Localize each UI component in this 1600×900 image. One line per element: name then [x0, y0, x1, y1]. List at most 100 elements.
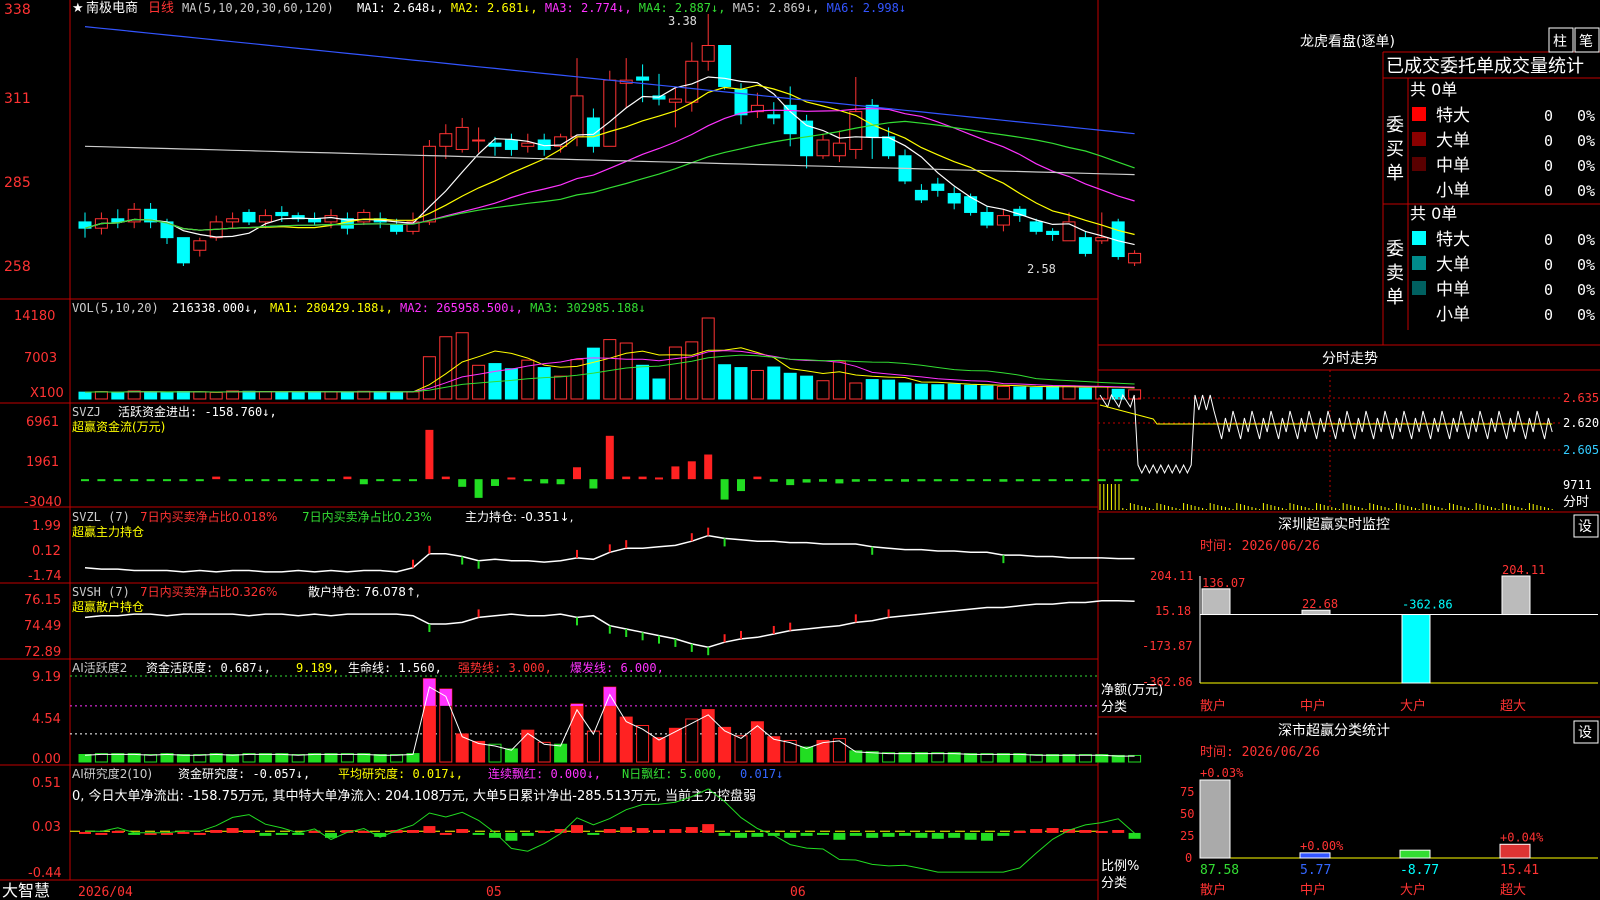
volume-bar [996, 385, 1010, 400]
svzj-bar [359, 479, 368, 485]
vol-axis-tick: 7003 [24, 351, 57, 366]
candle-body [1095, 237, 1109, 242]
volume-bar [734, 367, 748, 400]
sz-monitor-value: 204.11 [1502, 563, 1545, 577]
lhb-color-swatch [1412, 281, 1426, 295]
volume-bar [1062, 385, 1076, 400]
lhb-row-count: 0 [1544, 231, 1553, 249]
air-bar [571, 825, 583, 833]
intraday-grid [1098, 370, 1560, 510]
date-label: 05 [486, 885, 502, 900]
ai-bar [586, 730, 600, 763]
svzj-bar [409, 479, 417, 482]
volume-bar [832, 361, 846, 400]
air-bar [111, 830, 124, 833]
sz-monitor-category: 中户 [1300, 698, 1326, 714]
svzj-title: 超赢资金流(万元) [72, 419, 165, 434]
svzj-bar [277, 479, 286, 482]
volume-bar [455, 332, 469, 400]
svzj-bar [851, 479, 860, 482]
sz-class-value: -8.77 [1400, 863, 1439, 878]
candle-body [488, 142, 502, 147]
air-bar [882, 832, 895, 837]
sz-class-ylabel: 比例% [1101, 859, 1139, 874]
svzj-bar [671, 466, 680, 480]
air-bar [521, 832, 534, 836]
svzj-bar [638, 476, 647, 480]
svzl-title: 超赢主力持仓 [72, 524, 144, 539]
air-bar [931, 832, 944, 839]
ai-burst-segment [571, 703, 583, 706]
sz-class-time: 时间: 2026/06/26 [1200, 745, 1320, 760]
sz-monitor-tick: 204.11 [1150, 569, 1193, 583]
air-bar [79, 831, 91, 834]
lhb-color-swatch [1412, 182, 1426, 196]
svzl-panel: SVZL (7) 7日内买卖净占比0.018% 7日内买卖净占比0.23% 主力… [28, 509, 1135, 584]
volume-bar [898, 382, 912, 400]
volume-bar [800, 375, 814, 400]
air-axis-tick: 0.51 [32, 776, 61, 791]
volume-bar [78, 391, 92, 400]
air-bar [439, 832, 452, 835]
ai-bar [750, 721, 764, 763]
candle-body [570, 95, 584, 138]
ai-text-5: 爆发线: 6.000, [570, 660, 664, 675]
volume-bar [980, 385, 994, 400]
svzj-bar [573, 467, 581, 480]
air-bar [685, 827, 698, 833]
sz-monitor-bar [1501, 575, 1531, 616]
svzj-bar [589, 479, 598, 489]
sz-class-tick: 75 [1180, 785, 1194, 799]
candle-body [357, 211, 371, 223]
vol-axis-unit: X100 [30, 386, 64, 401]
legend-item: MA1: 280429.188↓, [270, 301, 393, 315]
sz-class-tick: 50 [1180, 807, 1194, 821]
sz-class-tick: 0 [1185, 851, 1192, 865]
svzj-bar [786, 479, 795, 486]
svzj-bar [310, 479, 319, 482]
sz-monitor-value: 22.68 [1302, 597, 1338, 611]
air-bar [210, 829, 223, 833]
lhb-row-label: 中单 [1436, 156, 1470, 176]
candle-body [226, 218, 240, 223]
air-text-3: 连续飘红: 0.000↓, [488, 766, 601, 781]
svzj-bar [769, 479, 778, 482]
lhb-row-count: 0 [1544, 256, 1553, 274]
air-bar [407, 829, 419, 833]
indicator-line [84, 534, 1135, 573]
air-bar [981, 832, 993, 841]
volume-bar [144, 391, 158, 400]
volume-bar [1029, 387, 1043, 400]
svzj-bar [950, 479, 959, 482]
svsh-text-1: 7日内买卖净占比0.326% [140, 584, 277, 599]
svzj-bar [491, 479, 499, 486]
volume-bar [406, 391, 420, 400]
chart-svg[interactable]: 338 311 285 258 3.38 2.58 ★ 南极电商 日线 MA(5… [0, 0, 1600, 900]
intraday-tick: 2.635 [1563, 391, 1599, 405]
svzj-axis-tick: 1961 [26, 455, 59, 470]
volume-bar [439, 336, 453, 400]
volume-bar [176, 391, 190, 400]
svzj-bar [1130, 479, 1139, 482]
volume-bar [94, 391, 108, 400]
air-bar [95, 832, 108, 835]
sz-monitor-tick: -173.87 [1142, 639, 1193, 653]
candle-body [439, 133, 453, 147]
candle-body [980, 211, 994, 226]
air-bar [259, 832, 272, 836]
lhb-row-pct: 0% [1577, 157, 1595, 175]
vol-label: VOL(5,10,20) [72, 301, 159, 315]
lhb-panel: 龙虎看盘(逐单) 柱 笔 已成交委托单成交量统计 委买单委卖单 共 0单特大 0 0… [1300, 27, 1600, 325]
sz-monitor-bar [1401, 614, 1431, 684]
air-bar [866, 832, 879, 838]
air-bar [1046, 828, 1059, 833]
svzj-bar [179, 479, 188, 482]
ai-activity-panel: AI活跃度2 资金活跃度: 0.687↓, 9.189, 生命线: 1.560,… [32, 660, 1142, 767]
lhb-row-label: 大单 [1436, 131, 1470, 151]
sz-class-bar [1499, 843, 1531, 859]
intraday-price-line [1099, 393, 1553, 475]
candle-body [767, 114, 781, 119]
svzj-bar [327, 479, 335, 482]
ai-bar [652, 737, 666, 763]
volume-bar [193, 391, 207, 400]
